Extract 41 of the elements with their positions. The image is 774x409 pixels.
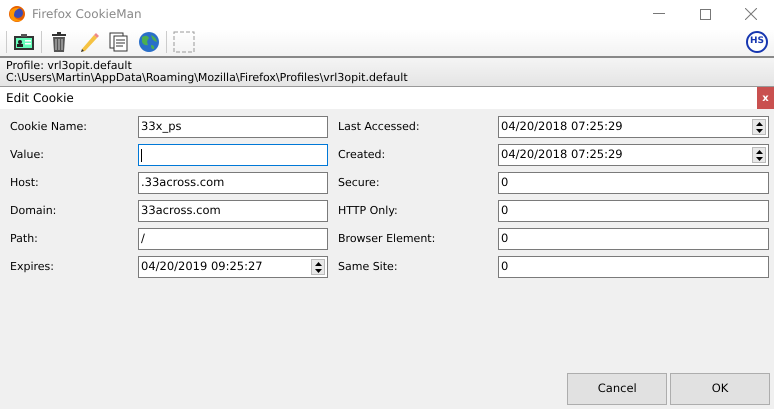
globe-button[interactable] <box>136 29 162 55</box>
input-field[interactable]: .33across.com <box>138 172 328 194</box>
field-label: Cookie Name: <box>10 118 88 135</box>
date-time-field[interactable]: 04/20/2019 09:25:27 <box>138 256 328 278</box>
dialog-close-button[interactable]: x <box>757 87 774 109</box>
date-time-field[interactable]: 04/20/2018 07:25:29 <box>498 144 769 166</box>
field-label: Last Accessed: <box>338 118 421 135</box>
field-label: Host: <box>10 174 40 191</box>
profile-text: C:\Users\Martin\AppData\Roaming\Mozilla\Firefox\Profiles\vrl3opit.default <box>6 72 409 84</box>
input-field[interactable]: 33across.com <box>138 200 328 222</box>
input-field[interactable]: 0 <box>498 256 769 278</box>
input-field[interactable] <box>138 144 328 166</box>
maximize-icon[interactable] <box>700 8 710 20</box>
dialog-button[interactable]: Cancel <box>567 373 668 405</box>
close-icon[interactable] <box>745 8 757 20</box>
minimize-icon[interactable] <box>653 13 665 15</box>
field-label: Path: <box>10 230 39 247</box>
window-title: Firefox CookieMan <box>32 6 143 23</box>
input-field[interactable]: / <box>138 228 328 250</box>
field-label: Expires: <box>10 258 55 275</box>
field-label: Domain: <box>10 202 58 219</box>
field-label: HTTP Only: <box>338 202 399 219</box>
field-label: Value: <box>10 146 45 163</box>
field-label: Same Site: <box>338 258 399 275</box>
field-label: Created: <box>338 146 386 163</box>
profile-text: Profile: vrl3opit.default <box>6 60 133 72</box>
spinner-icon[interactable] <box>311 259 325 275</box>
spinner-icon[interactable] <box>752 119 766 135</box>
firefox-logo-icon <box>8 5 26 23</box>
hs-logo: HS <box>746 31 768 53</box>
field-label: Browser Element: <box>338 230 436 247</box>
dashed-square-button[interactable] <box>171 29 197 55</box>
dialog-title: Edit Cookie <box>6 90 74 107</box>
dialog-button[interactable]: OK <box>670 373 770 405</box>
input-field[interactable]: 0 <box>498 228 769 250</box>
input-field[interactable]: 0 <box>498 172 769 194</box>
spinner-icon[interactable] <box>752 147 766 163</box>
field-label: Secure: <box>338 174 381 191</box>
input-field[interactable]: 33x_ps <box>138 116 328 138</box>
input-field[interactable]: 0 <box>498 200 769 222</box>
date-time-field[interactable]: 04/20/2018 07:25:29 <box>498 116 769 138</box>
